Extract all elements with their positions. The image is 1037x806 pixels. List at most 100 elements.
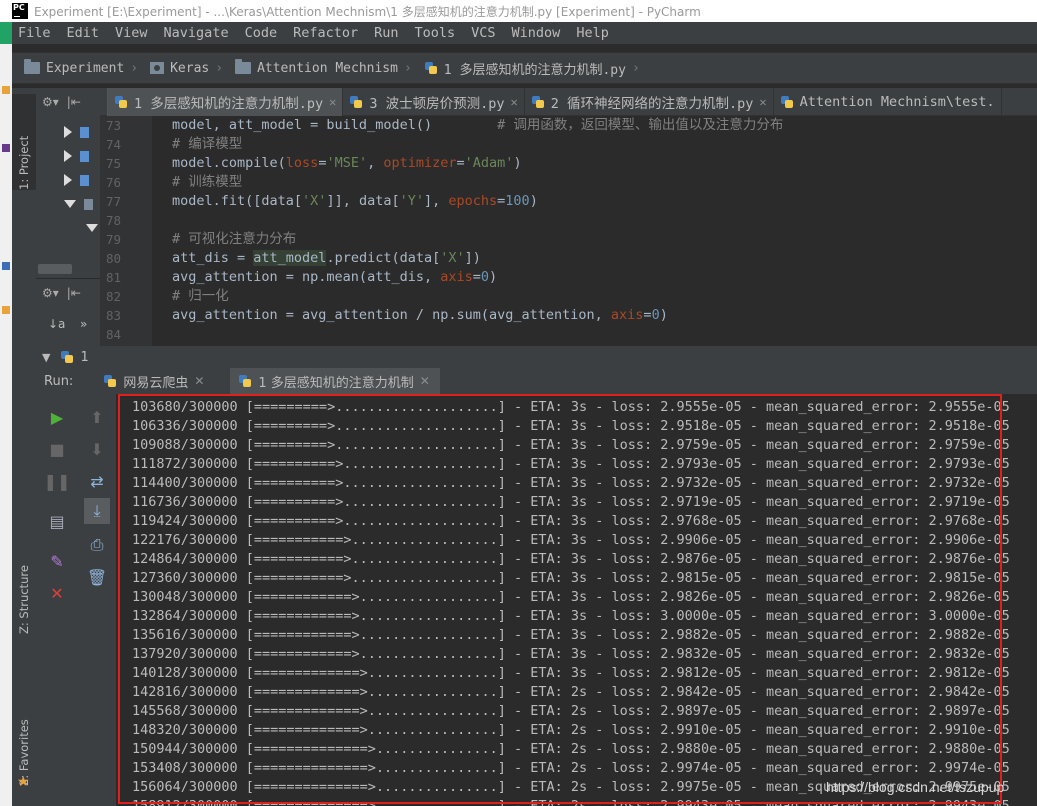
menu-vcs[interactable]: VCS — [464, 25, 504, 41]
close-icon[interactable]: ✕ — [759, 95, 766, 109]
code-line[interactable]: att_dis = att_model.predict(data['X']) — [152, 249, 1037, 268]
tab-bar-pin — [100, 87, 108, 116]
breadcrumb-item-experiment[interactable]: Experiment › — [12, 59, 138, 76]
menu-run[interactable]: Run — [367, 25, 407, 41]
code-line[interactable]: # 编译模型 — [152, 135, 1037, 154]
tab-file-test[interactable]: Attention Mechnism\test. — [774, 87, 1002, 116]
chevron-right-icon: › — [631, 60, 640, 76]
tab-label: 2: Favorites — [17, 719, 31, 786]
run-collapsed-tab-label[interactable]: 1 — [80, 350, 88, 365]
console-line: 119424/300000 [==========>..............… — [132, 513, 1010, 529]
code-line[interactable] — [152, 325, 1037, 344]
arrow-up-icon[interactable]: ⬆ — [86, 406, 108, 428]
structure-panel: ⚙▾ |⇤ ↓a » — [36, 278, 100, 344]
python-file-icon — [60, 350, 74, 364]
python-file-icon — [424, 61, 438, 75]
collapse-icon[interactable]: |⇤ — [67, 95, 81, 109]
chevron-right-icon: › — [403, 60, 412, 76]
folder-icon — [80, 126, 89, 138]
arrow-down-icon[interactable]: ⬇ — [86, 438, 108, 460]
menu-window[interactable]: Window — [505, 25, 570, 41]
menu-bar: File Edit View Navigate Code Refactor Ru… — [0, 22, 1037, 44]
breadcrumb-item-keras[interactable]: Keras › — [138, 61, 223, 76]
code-editor[interactable]: model, att_model = build_model() # 调用函数，… — [152, 116, 1037, 346]
close-icon[interactable]: ✕ — [329, 95, 336, 109]
tab-label: Z: Structure — [17, 565, 31, 634]
star-icon: ★ — [17, 774, 30, 790]
layout-icon[interactable]: ▤ — [46, 510, 68, 532]
menu-file[interactable]: File — [12, 25, 60, 41]
menu-tools[interactable]: Tools — [408, 25, 465, 41]
tab-file-1[interactable]: 1 多层感知机的注意力机制.py ✕ — [108, 87, 344, 116]
sort-alpha-icon[interactable]: ↓a — [48, 317, 65, 331]
pin-icon[interactable]: ✎ — [46, 550, 68, 572]
tree-node[interactable] — [86, 220, 100, 236]
tab-project[interactable]: 1: Project — [12, 94, 36, 190]
code-line[interactable]: # 归一化 — [152, 287, 1037, 306]
gear-icon[interactable]: ⚙▾ — [42, 286, 59, 300]
console-line: 135616/300000 [============>............… — [132, 627, 1010, 643]
tree-node[interactable] — [64, 148, 98, 164]
menu-help[interactable]: Help — [569, 25, 618, 41]
expand-more-icon[interactable]: » — [80, 317, 87, 331]
trash-icon[interactable]: 🗑 — [86, 566, 108, 588]
close-icon[interactable]: ✕ — [194, 374, 204, 388]
menu-edit[interactable]: Edit — [60, 25, 109, 41]
tree-node[interactable] — [64, 172, 98, 188]
console-line: 148320/300000 [=============>...........… — [132, 722, 1010, 738]
code-line[interactable]: model.compile(loss='MSE', optimizer='Ada… — [152, 154, 1037, 173]
tab-file-3[interactable]: 3 波士顿房价预测.py ✕ — [343, 87, 525, 116]
code-line[interactable]: model.fit([data['X']], data['Y'], epochs… — [152, 192, 1037, 211]
collapse-arrow-icon[interactable]: ▼ — [42, 351, 50, 364]
run-header: Run: 网易云爬虫 ✕ 1 多层感知机的注意力机制 ✕ — [36, 368, 1037, 394]
code-line[interactable]: avg_attention = np.mean(att_dis, axis=0) — [152, 268, 1037, 287]
package-icon — [84, 198, 93, 210]
tree-node[interactable] — [64, 124, 98, 140]
python-file-icon — [349, 95, 363, 109]
menu-navigate[interactable]: Navigate — [157, 25, 238, 41]
breadcrumb: Experiment › Keras › Attention Mechnism … — [12, 52, 1037, 84]
pause-icon[interactable]: ❚❚ — [44, 470, 71, 492]
line-number: 83 — [106, 308, 122, 323]
run-console[interactable]: 103680/300000 [=========>...............… — [116, 394, 1037, 806]
menu-refactor[interactable]: Refactor — [286, 25, 367, 41]
breadcrumb-item-current-file[interactable]: 1 多层感知机的注意力机制.py › — [412, 59, 640, 78]
code-line[interactable]: avg_attention = avg_attention / np.sum(a… — [152, 306, 1037, 325]
code-line[interactable]: # 可视化注意力分布 — [152, 230, 1037, 249]
expand-arrow-icon — [64, 126, 72, 138]
menu-view[interactable]: View — [108, 25, 157, 41]
scroll-to-end-icon[interactable]: ⤓ — [84, 498, 110, 524]
code-line[interactable]: # 训练模型 — [152, 173, 1037, 192]
rerun-icon[interactable]: ▶ — [46, 406, 68, 428]
menu-code[interactable]: Code — [238, 25, 287, 41]
tool-window-stripe: 1: Project Z: Structure 2: Favorites ★ — [12, 88, 36, 806]
code-line[interactable] — [152, 211, 1037, 230]
console-line: 109088/300000 [=========>...............… — [132, 437, 1010, 453]
background-app-icon — [2, 306, 10, 314]
horizontal-scrollbar[interactable] — [38, 264, 72, 274]
close-icon[interactable]: ✕ — [511, 95, 518, 109]
console-line: 106336/300000 [=========>...............… — [132, 418, 1010, 434]
soft-wrap-icon[interactable]: ⇄ — [86, 470, 108, 492]
close-icon[interactable]: ✕ — [420, 374, 430, 388]
console-line: 114400/300000 [==========>..............… — [132, 475, 1010, 491]
tab-file-2[interactable]: 2 循环神经网络的注意力机制.py ✕ — [525, 87, 774, 116]
background-window-edge — [0, 44, 12, 806]
folder-icon — [80, 150, 89, 162]
window-title-bar: PC Experiment [E:\Experiment] - ...\Kera… — [0, 0, 1037, 22]
tab-label: 1: Project — [17, 135, 31, 190]
breadcrumb-label: Attention Mechnism — [257, 60, 398, 76]
gear-icon[interactable]: ⚙▾ — [42, 95, 59, 109]
run-tab-netease[interactable]: 网易云爬虫 ✕ — [103, 368, 214, 394]
print-icon[interactable]: ⎙ — [86, 534, 108, 556]
stop-icon[interactable]: ■ — [46, 438, 68, 460]
run-tab-attention[interactable]: 1 多层感知机的注意力机制 ✕ — [230, 368, 440, 394]
collapse-icon[interactable]: |⇤ — [67, 286, 81, 300]
tree-node[interactable] — [64, 196, 98, 212]
tab-structure[interactable]: Z: Structure — [12, 534, 36, 634]
code-line[interactable]: model, att_model = build_model() # 调用函数，… — [152, 116, 1037, 135]
close-icon[interactable]: ✕ — [46, 582, 68, 604]
breadcrumb-item-attention-mechnism[interactable]: Attention Mechnism › — [223, 59, 412, 76]
pycharm-logo-icon: PC — [12, 3, 28, 19]
tab-favorites[interactable]: 2: Favorites — [12, 676, 36, 786]
